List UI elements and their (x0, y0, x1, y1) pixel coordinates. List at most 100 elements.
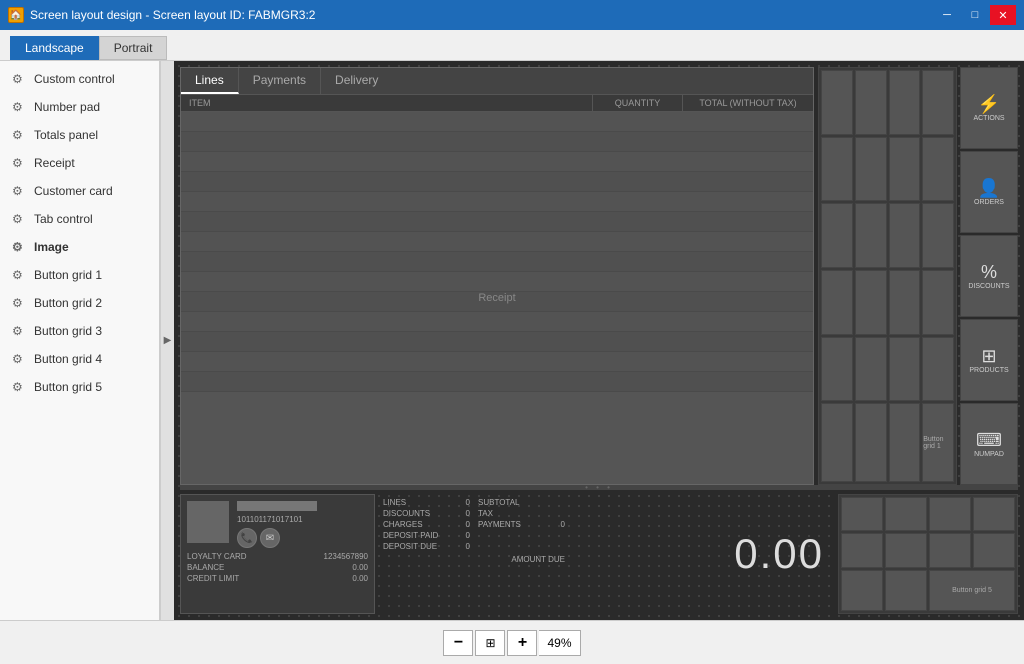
sidebar-item-button-grid-1[interactable]: ⚙ Button grid 1 (0, 261, 159, 289)
action-btn-numpad[interactable]: ⌨ NUMPAD (960, 403, 1018, 485)
summary-left: LINES 0 DISCOUNTS 0 CHARGES 0 (383, 498, 470, 551)
content-area: ⚙ Custom control ⚙ Number pad ⚙ Totals p… (0, 61, 1024, 620)
action-btn-discounts[interactable]: % DISCOUNTS (960, 235, 1018, 317)
sidebar-item-receipt[interactable]: ⚙ Receipt (0, 149, 159, 177)
sidebar-label-button-grid-3: Button grid 3 (34, 324, 102, 338)
minimize-button[interactable]: ─ (934, 5, 960, 25)
grid-cell (922, 270, 954, 335)
grid-cell (855, 403, 887, 482)
sidebar-item-button-grid-5[interactable]: ⚙ Button grid 5 (0, 373, 159, 401)
column-quantity: QUANTITY (593, 95, 683, 111)
action-btn-actions[interactable]: ⚡ ACTIONS (960, 67, 1018, 149)
receipt-tab-lines[interactable]: Lines (181, 68, 239, 94)
lower-cell (885, 570, 927, 611)
gear-icon-4: ⚙ (12, 156, 26, 170)
discounts-label: DISCOUNTS (968, 283, 1009, 290)
receipt-row (181, 132, 813, 152)
credit-limit-row: CREDIT LIMIT 0.00 (187, 574, 368, 583)
bottom-section: 101101171017101 📞 ✉ LOYALTY CARD 1234567… (174, 490, 1024, 620)
maximize-button[interactable]: □ (962, 5, 988, 25)
action-btn-products[interactable]: ⊞ PRODUCTS (960, 319, 1018, 401)
sidebar: ⚙ Custom control ⚙ Number pad ⚙ Totals p… (0, 61, 160, 620)
products-label: PRODUCTS (969, 367, 1008, 374)
lower-cell (973, 497, 1015, 531)
tab-portrait[interactable]: Portrait (99, 36, 168, 60)
action-buttons-column: ⚡ ACTIONS 👤 ORDERS % DISCOUNTS ⊞ (960, 67, 1018, 485)
main-window: Landscape Portrait ⚙ Custom control ⚙ Nu… (0, 30, 1024, 664)
sidebar-item-button-grid-2[interactable]: ⚙ Button grid 2 (0, 289, 159, 317)
button-grid-1-panel: Button grid 1 (818, 67, 957, 485)
button-grid-label: Button grid 1 (923, 436, 953, 450)
sidebar-item-custom-control[interactable]: ⚙ Custom control (0, 65, 159, 93)
lower-cell: Button grid 5 (929, 570, 1015, 611)
grid-cell (922, 70, 954, 135)
sidebar-item-totals-panel[interactable]: ⚙ Totals panel (0, 121, 159, 149)
receipt-label: Receipt (478, 292, 515, 304)
receipt-row (181, 332, 813, 352)
sidebar-item-number-pad[interactable]: ⚙ Number pad (0, 93, 159, 121)
sidebar-item-button-grid-4[interactable]: ⚙ Button grid 4 (0, 345, 159, 373)
grid-cell (821, 337, 853, 402)
zoom-reset-button[interactable]: ⊞ (475, 630, 505, 656)
sidebar-label-image: Image (34, 240, 69, 254)
grid-cell (855, 70, 887, 135)
grid-cell (889, 70, 921, 135)
lower-cell (929, 533, 971, 567)
sidebar-label-button-grid-5: Button grid 5 (34, 380, 102, 394)
zoom-in-button[interactable]: + (507, 630, 537, 656)
button-grid-5-label: Button grid 5 (952, 587, 992, 594)
gear-icon-3: ⚙ (12, 128, 26, 142)
lower-cell (885, 497, 927, 531)
actions-icon: ⚡ (978, 94, 1000, 115)
sidebar-label-custom-control: Custom control (34, 72, 115, 86)
tab-landscape[interactable]: Landscape (10, 36, 99, 60)
balance-row: BALANCE 0.00 (187, 563, 368, 572)
amount-due-label: AMOUNT DUE (383, 555, 565, 564)
discounts-icon: % (981, 262, 997, 283)
sidebar-label-button-grid-2: Button grid 2 (34, 296, 102, 310)
sidebar-item-tab-control[interactable]: ⚙ Tab control (0, 205, 159, 233)
numpad-label: NUMPAD (974, 451, 1004, 458)
receipt-row (181, 352, 813, 372)
action-btn-orders[interactable]: 👤 ORDERS (960, 151, 1018, 233)
grid-cell (821, 70, 853, 135)
gear-icon-9: ⚙ (12, 296, 26, 310)
title-bar: 🏠 Screen layout design - Screen layout I… (0, 0, 1024, 30)
sidebar-expand-button[interactable]: ▶ (160, 61, 174, 620)
sidebar-item-image[interactable]: ⚙ Image (0, 233, 159, 261)
receipt-tab-delivery[interactable]: Delivery (321, 68, 392, 94)
bottom-toolbar: − ⊞ + 49% (0, 620, 1024, 664)
column-item: ITEM (181, 95, 593, 111)
receipt-column-headers: ITEM QUANTITY TOTAL (WITHOUT TAX) (181, 95, 813, 112)
receipt-row (181, 112, 813, 132)
grid-cell (855, 270, 887, 335)
gear-icon-12: ⚙ (12, 380, 26, 394)
sidebar-label-button-grid-4: Button grid 4 (34, 352, 102, 366)
summary-panel: LINES 0 DISCOUNTS 0 CHARGES 0 (379, 494, 569, 614)
sidebar-item-button-grid-3[interactable]: ⚙ Button grid 3 (0, 317, 159, 345)
window-title: Screen layout design - Screen layout ID:… (30, 8, 315, 22)
button-grid-5-panel: Button grid 5 (838, 494, 1018, 614)
close-button[interactable]: ✕ (990, 5, 1016, 25)
sidebar-label-tab-control: Tab control (34, 212, 93, 226)
zoom-out-button[interactable]: − (443, 630, 473, 656)
receipt-tab-payments[interactable]: Payments (239, 68, 321, 94)
receipt-tab-bar: Lines Payments Delivery (181, 68, 813, 95)
email-button[interactable]: ✉ (260, 528, 280, 548)
sidebar-label-customer-card: Customer card (34, 184, 113, 198)
phone-button[interactable]: 📞 (237, 528, 257, 548)
lower-cell (841, 570, 883, 611)
grid-cell (922, 137, 954, 202)
summary-right: SUBTOTAL TAX PAYMENTS 0 (474, 498, 565, 551)
gear-icon-7: ⚙ (12, 240, 26, 254)
grid-cell (922, 337, 954, 402)
sidebar-item-customer-card[interactable]: ⚙ Customer card (0, 177, 159, 205)
orders-icon: 👤 (978, 178, 1000, 199)
gear-icon-2: ⚙ (12, 100, 26, 114)
gear-icon-6: ⚙ (12, 212, 26, 226)
sidebar-label-button-grid-1: Button grid 1 (34, 268, 102, 282)
receipt-row (181, 152, 813, 172)
grid-cell (889, 137, 921, 202)
orders-label: ORDERS (974, 199, 1004, 206)
receipt-row (181, 312, 813, 332)
